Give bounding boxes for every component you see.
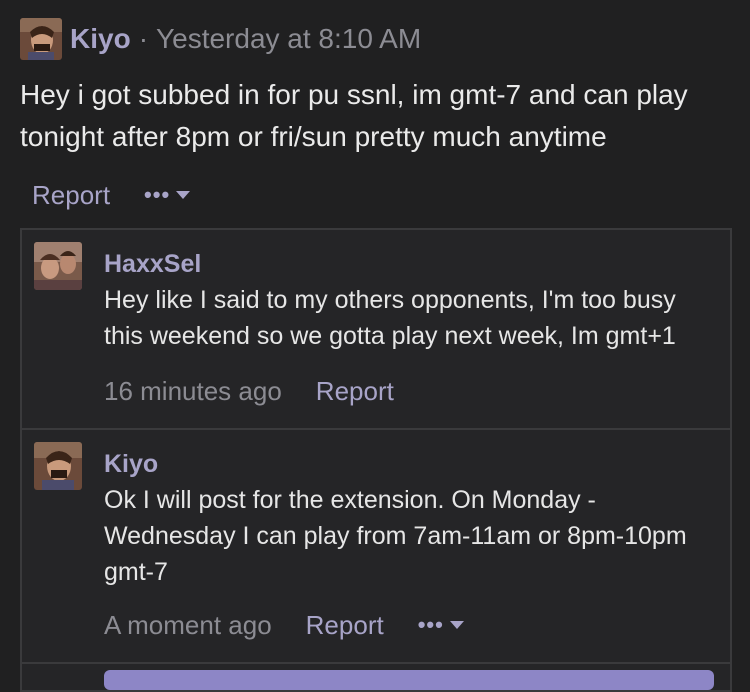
reply-body: Hey like I said to my others opponents, … — [104, 286, 676, 350]
reply-body: Ok I will post for the extension. On Mon… — [104, 486, 687, 586]
more-dots-icon: ••• — [144, 182, 171, 207]
separator: · — [138, 23, 149, 54]
reply-actions: A moment ago Report ••• — [104, 608, 464, 642]
reply-actions: 16 minutes ago Report — [104, 374, 394, 408]
post-header: Kiyo · Yesterday at 8:10 AM — [20, 18, 421, 60]
report-button[interactable]: Report — [306, 610, 384, 641]
more-dots-icon: ••• — [417, 612, 444, 637]
reply-input-stub[interactable] — [104, 670, 714, 690]
reply-author[interactable]: HaxxSel — [104, 250, 201, 279]
reply-divider — [22, 662, 730, 664]
avatar[interactable] — [34, 442, 82, 490]
reply-item: Kiyo Ok I will post for the extension. O… — [22, 430, 730, 662]
replies-container: HaxxSel Hey like I said to my others opp… — [20, 228, 732, 692]
chevron-down-icon — [176, 191, 191, 199]
post-timestamp[interactable]: Yesterday at 8:10 AM — [156, 23, 421, 55]
reply-timestamp[interactable]: A moment ago — [104, 610, 272, 641]
avatar[interactable] — [20, 18, 62, 60]
more-menu-button[interactable]: ••• — [418, 612, 464, 638]
post-actions: Report ••• — [32, 178, 191, 212]
reply-timestamp[interactable]: 16 minutes ago — [104, 376, 282, 407]
reply-author[interactable]: Kiyo — [104, 450, 158, 479]
avatar[interactable] — [34, 242, 82, 290]
more-menu-button[interactable]: ••• — [144, 182, 191, 208]
post-body: Hey i got subbed in for pu ssnl, im gmt-… — [20, 79, 688, 152]
report-button[interactable]: Report — [32, 180, 110, 211]
reply-item: HaxxSel Hey like I said to my others opp… — [22, 230, 730, 428]
post-author[interactable]: Kiyo — [70, 23, 131, 55]
report-button[interactable]: Report — [316, 376, 394, 407]
chevron-down-icon — [449, 621, 464, 629]
